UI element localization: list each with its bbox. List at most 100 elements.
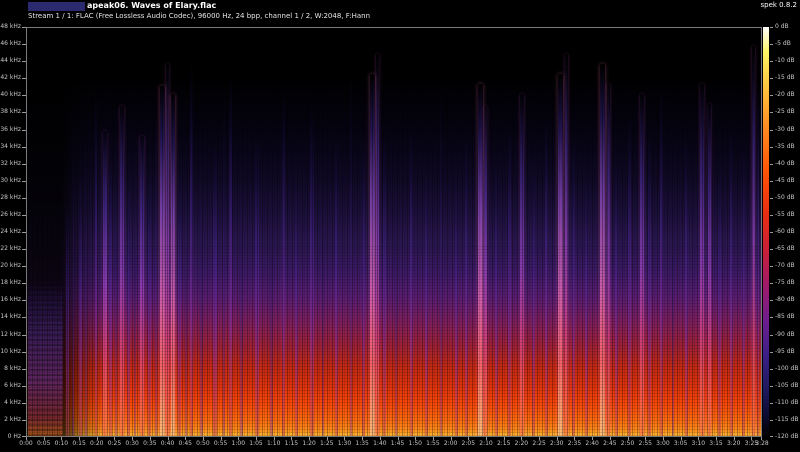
freq-tick-label: 30 kHz [0,178,21,184]
time-tick-label: 0:55 [214,441,227,447]
time-tick-mark [539,437,540,440]
db-tick-mark [770,95,773,96]
freq-tick-mark [22,300,26,301]
freq-tick-mark [22,317,26,318]
time-tick-mark [26,437,27,440]
time-tick-label: 1:20 [302,441,315,447]
freq-tick-label: 32 kHz [0,161,21,167]
duration-tick-mark [761,437,762,440]
freq-tick-label: 34 kHz [0,144,21,150]
freq-tick-label: 14 kHz [0,314,21,320]
db-tick-mark [770,266,773,267]
time-tick-mark [344,437,345,440]
time-tick-mark [486,437,487,440]
freq-tick-mark [22,335,26,336]
freq-tick-mark [22,112,26,113]
time-tick-label: 0:25 [108,441,121,447]
db-tick-label: -115 dB [775,417,798,423]
time-tick-label: 2:25 [532,441,545,447]
time-tick-label: 1:05 [249,441,262,447]
db-legend-gradient-bar [763,27,769,437]
db-tick-label: -15 dB [775,75,795,81]
time-tick-mark [44,437,45,440]
freq-tick-label: 4 kHz [4,400,21,406]
freq-tick-mark [22,232,26,233]
freq-tick-label: 10 kHz [0,349,21,355]
db-tick-label: -100 dB [775,366,798,372]
freq-tick-mark [22,369,26,370]
time-tick-label: 1:30 [338,441,351,447]
db-tick-label: -65 dB [775,246,795,252]
time-tick-mark [451,437,452,440]
db-tick-mark [770,352,773,353]
freq-tick-mark [22,283,26,284]
freq-tick-mark [22,78,26,79]
db-tick-label: -10 dB [775,58,795,64]
time-tick-mark [168,437,169,440]
time-tick-mark [716,437,717,440]
freq-tick-label: 38 kHz [0,109,21,115]
time-tick-label: 1:55 [426,441,439,447]
freq-tick-mark [22,420,26,421]
time-tick-mark [185,437,186,440]
spek-window: apeak06. Waves of Elary.flac Stream 1 / … [0,0,800,452]
time-tick-label: 2:55 [638,441,651,447]
time-tick-label: 0:50 [196,441,209,447]
freq-tick-label: 26 kHz [0,212,21,218]
time-tick-mark [256,437,257,440]
time-tick-mark [132,437,133,440]
frequency-ruler: 48 kHz46 kHz44 kHz42 kHz40 kHz38 kHz36 k… [0,27,26,437]
db-tick-label: -20 dB [775,92,795,98]
time-tick-mark [557,437,558,440]
freq-tick-mark [22,181,26,182]
db-tick-mark [770,300,773,301]
time-tick-mark [645,437,646,440]
freq-tick-mark [22,403,26,404]
time-tick-mark [274,437,275,440]
stream-info-line: Stream 1 / 1: FLAC (Free Lossless Audio … [28,12,370,20]
freq-tick-label: 24 kHz [0,229,21,235]
freq-tick-label: 2 kHz [4,417,21,423]
freq-tick-mark [22,266,26,267]
db-tick-label: -80 dB [775,297,795,303]
time-tick-label: 1:00 [232,441,245,447]
time-tick-label: 0:40 [161,441,174,447]
time-tick-mark [698,437,699,440]
time-tick-mark [362,437,363,440]
db-tick-mark [770,386,773,387]
freq-tick-label: 36 kHz [0,127,21,133]
time-tick-mark [610,437,611,440]
time-tick-label: 3:00 [656,441,669,447]
time-tick-label: 3:05 [674,441,687,447]
db-tick-mark [770,283,773,284]
time-tick-mark [751,437,752,440]
time-tick-label: 0:00 [19,441,32,447]
db-ruler: 0 dB-5 dB-10 dB-15 dB-20 dB-25 dB-30 dB-… [770,27,800,437]
time-tick-label: 1:35 [355,441,368,447]
db-tick-mark [770,369,773,370]
freq-tick-label: 22 kHz [0,246,21,252]
db-tick-label: -85 dB [775,314,795,320]
time-tick-label: 0:15 [72,441,85,447]
time-tick-label: 0:30 [125,441,138,447]
time-tick-mark [521,437,522,440]
time-tick-label: 0:20 [90,441,103,447]
db-tick-label: -90 dB [775,332,795,338]
db-tick-label: -105 dB [775,383,798,389]
db-tick-label: -75 dB [775,280,795,286]
db-tick-mark [770,215,773,216]
freq-tick-mark [22,198,26,199]
time-tick-label: 1:50 [408,441,421,447]
db-tick-mark [770,436,773,437]
time-tick-mark [628,437,629,440]
db-tick-label: -40 dB [775,161,795,167]
freq-tick-mark [22,61,26,62]
time-tick-mark [61,437,62,440]
freq-tick-label: 8 kHz [4,366,21,372]
db-tick-mark [770,232,773,233]
freq-tick-label: 20 kHz [0,263,21,269]
freq-tick-mark [22,249,26,250]
time-tick-mark [574,437,575,440]
time-tick-label: 2:40 [585,441,598,447]
freq-tick-label: 44 kHz [0,58,21,64]
